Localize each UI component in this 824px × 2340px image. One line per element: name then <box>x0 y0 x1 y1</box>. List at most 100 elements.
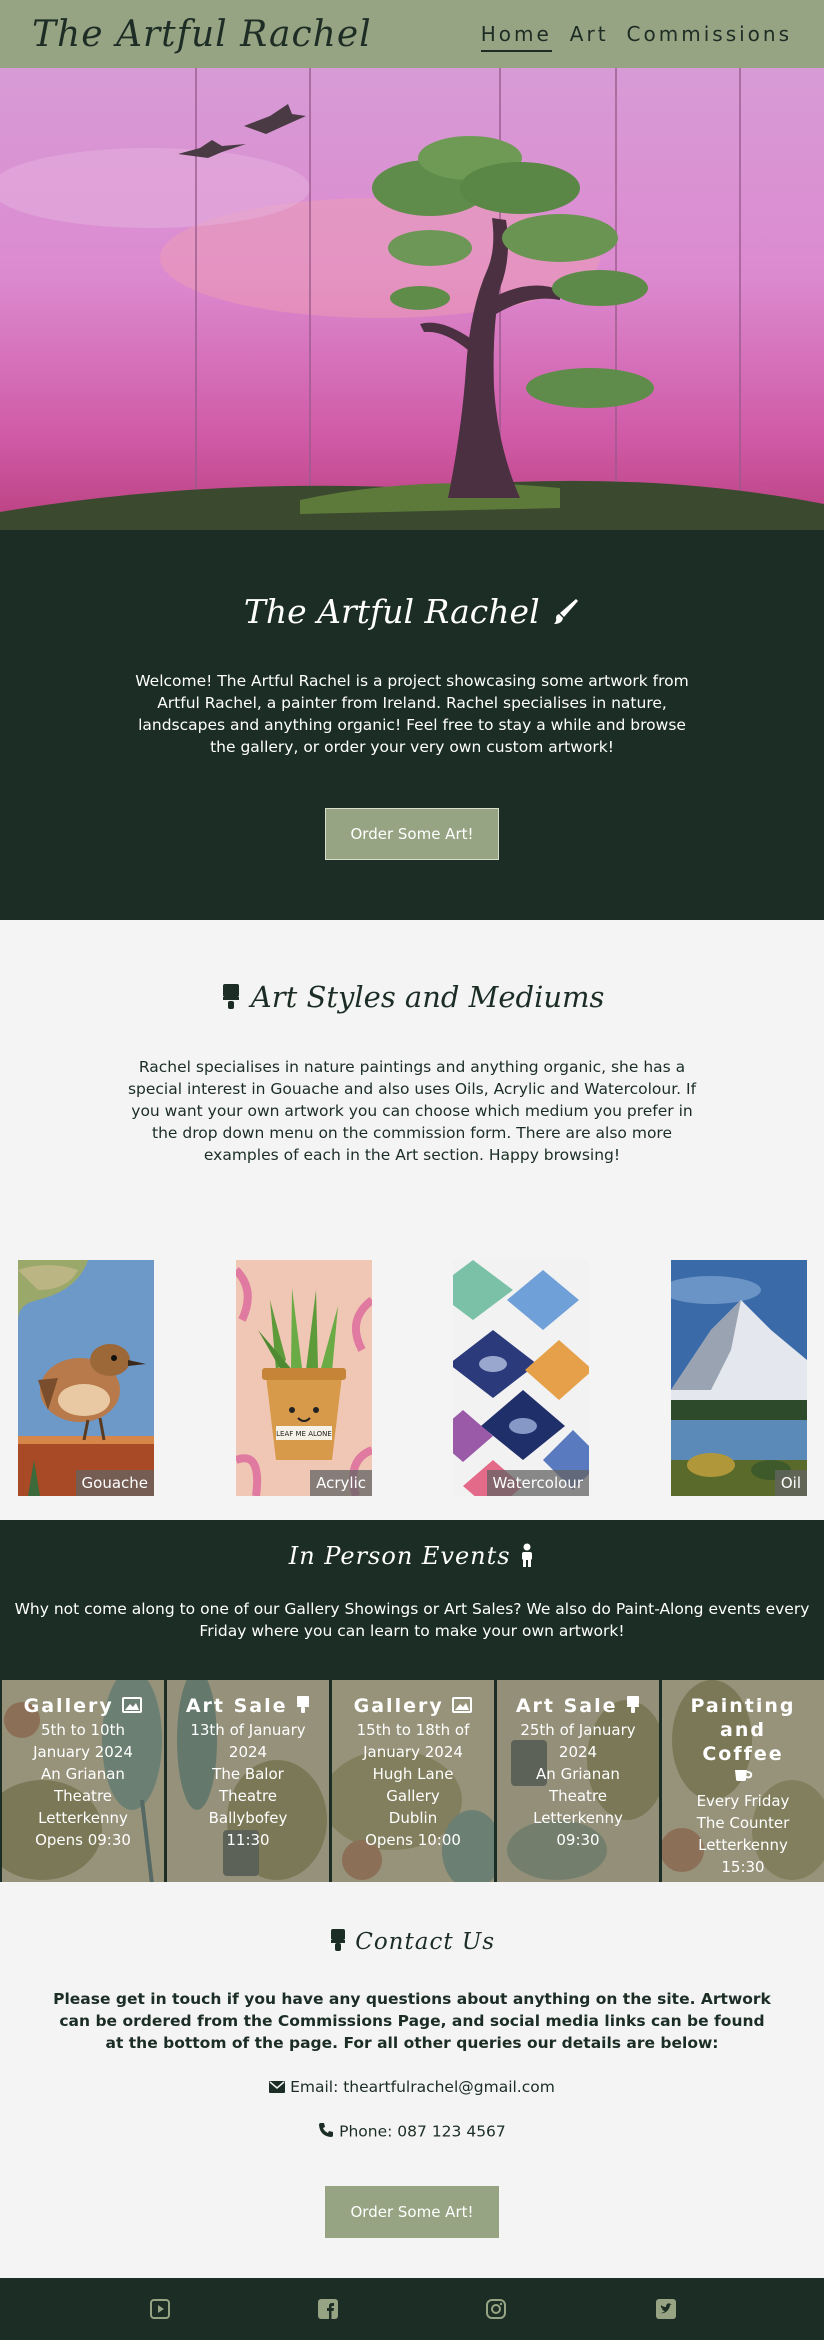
event-card-line: Theatre <box>218 1786 278 1805</box>
nav-link-commissions[interactable]: Commissions <box>627 22 792 52</box>
paint-brush-icon <box>626 1695 640 1719</box>
contact-email[interactable]: Email: theartfulrachel@gmail.com <box>0 2078 824 2097</box>
artwork-oil[interactable]: Oil <box>671 1260 807 1496</box>
intro-section: The Artful Rachel Welcome! The Artful Ra… <box>0 530 824 920</box>
intro-title: The Artful Rachel <box>0 592 824 634</box>
event-card-line: 15:30 <box>721 1858 765 1876</box>
event-card-line: Letterkenny <box>38 1808 128 1827</box>
coffee-icon <box>733 1767 753 1787</box>
artwork-gouache[interactable]: Gouache <box>18 1260 154 1496</box>
event-card-line: Opens 09:30 <box>35 1830 131 1849</box>
event-card-line: January 2024 <box>363 1742 463 1761</box>
contact-phone[interactable]: Phone: 087 123 4567 <box>0 2122 824 2142</box>
contact-lead: Please get in touch if you have any ques… <box>53 1990 771 2052</box>
event-card-line: 2024 <box>558 1742 598 1761</box>
event-card-line: Letterkenny <box>533 1808 623 1827</box>
event-card-content: Art Sale 13th of January 2024 The Balor … <box>167 1694 329 1851</box>
contact-title: Contact Us <box>0 1928 824 1958</box>
event-card-line: 5th to 10th <box>40 1720 125 1739</box>
art-styles-title-text: Art Styles and Mediums <box>250 980 605 1014</box>
event-card-line: 09:30 <box>556 1830 600 1849</box>
event-card-title: Painting and Coffee <box>690 1695 796 1765</box>
art-styles-section: Art Styles and Mediums Rachel specialise… <box>0 920 824 1520</box>
event-card-art-sale-2[interactable]: Art Sale 25th of January 2024 An Grianan… <box>497 1680 659 1884</box>
artwork-watercolour[interactable]: Watercolour <box>453 1260 589 1496</box>
hero-image <box>0 68 824 530</box>
events-text: Why not come along to one of our Gallery… <box>14 1600 810 1640</box>
youtube-icon[interactable] <box>150 2299 170 2319</box>
contact-email-text: Email: theartfulrachel@gmail.com <box>290 2078 555 2096</box>
intro-text: Welcome! The Artful Rachel is a project … <box>135 672 689 756</box>
event-card-painting-coffee[interactable]: Painting and Coffee Every Friday The Cou… <box>662 1680 824 1884</box>
artwork-label: Gouache <box>75 1470 154 1496</box>
event-card-title: Gallery <box>332 1694 494 1719</box>
event-card-line: An Grianan <box>41 1764 125 1783</box>
envelope-icon <box>269 2079 286 2097</box>
event-card-gallery-2[interactable]: Gallery 15th to 18th of January 2024 Hug… <box>332 1680 494 1884</box>
navbar: The Artful Rachel Home Art Commissions <box>0 0 824 68</box>
twitter-icon[interactable] <box>656 2299 676 2319</box>
event-card-line: 13th of January <box>190 1720 306 1739</box>
event-card-title: Art Sale <box>497 1694 659 1719</box>
intro-title-text: The Artful Rachel <box>243 592 540 631</box>
event-card-line: Theatre <box>548 1786 608 1805</box>
event-card-title: Gallery <box>2 1694 164 1719</box>
event-card-line: 15th to 18th of <box>356 1720 470 1739</box>
event-cards: Gallery 5th to 10th January 2024 An Gria… <box>0 1680 824 1884</box>
event-card-title-text: Gallery <box>23 1695 114 1717</box>
art-styles-text: Rachel specialises in nature paintings a… <box>127 1058 697 1164</box>
art-styles-title: Art Styles and Mediums <box>0 980 824 1017</box>
event-card-line: January 2024 <box>33 1742 133 1761</box>
facebook-icon[interactable] <box>318 2299 338 2319</box>
artwork-label: Watercolour <box>486 1470 589 1496</box>
event-card-line: Every Friday <box>696 1792 790 1810</box>
event-card-content: Gallery 5th to 10th January 2024 An Gria… <box>2 1694 164 1851</box>
image-icon <box>452 1695 473 1719</box>
event-card-line: Letterkenny <box>698 1836 788 1854</box>
order-art-button[interactable]: Order Some Art! <box>325 2186 499 2238</box>
events-title-text: In Person Events <box>288 1542 511 1570</box>
event-card-title-text: Gallery <box>353 1695 444 1717</box>
paint-brush-icon <box>220 982 242 1017</box>
person-icon <box>519 1543 535 1573</box>
event-card-art-sale-1[interactable]: Art Sale 13th of January 2024 The Balor … <box>167 1680 329 1884</box>
event-card-line: Opens 10:00 <box>365 1830 461 1849</box>
event-card-gallery-1[interactable]: Gallery 5th to 10th January 2024 An Gria… <box>2 1680 164 1884</box>
event-card-content: Painting and Coffee Every Friday The Cou… <box>662 1694 824 1878</box>
event-card-content: Art Sale 25th of January 2024 An Grianan… <box>497 1694 659 1851</box>
contact-section: Contact Us Please get in touch if you ha… <box>0 1882 824 2278</box>
event-card-title: Art Sale <box>167 1694 329 1719</box>
site-logo[interactable]: The Artful Rachel <box>32 14 372 55</box>
event-card-line: 2024 <box>228 1742 268 1761</box>
event-card-line: 25th of January <box>520 1720 636 1739</box>
nav-link-art[interactable]: Art <box>570 22 609 52</box>
event-card-content: Gallery 15th to 18th of January 2024 Hug… <box>332 1694 494 1851</box>
artwork-label: Acrylic <box>310 1470 372 1496</box>
instagram-icon[interactable] <box>486 2299 506 2319</box>
order-art-button[interactable]: Order Some Art! <box>325 808 499 860</box>
artwork-sign-text: LEAF ME ALONE <box>276 1430 332 1438</box>
event-card-line: Ballybofey <box>208 1808 288 1827</box>
contact-title-text: Contact Us <box>355 1929 496 1955</box>
events-title: In Person Events <box>0 1542 824 1573</box>
event-card-line: Gallery <box>386 1786 440 1805</box>
artwork-acrylic[interactable]: LEAF ME ALONE Acrylic <box>236 1260 372 1496</box>
paint-brush-icon <box>550 595 580 634</box>
phone-icon <box>318 2122 334 2142</box>
artwork-label: Oil <box>774 1470 807 1496</box>
event-card-title-text: Art Sale <box>185 1695 288 1717</box>
contact-phone-text: Phone: 087 123 4567 <box>339 2122 506 2141</box>
event-card-line: The Balor <box>212 1764 284 1783</box>
event-card-line: Hugh Lane <box>372 1764 454 1783</box>
footer <box>0 2278 824 2340</box>
image-icon <box>122 1695 143 1719</box>
paint-brush-icon <box>329 1928 347 1958</box>
event-card-line: An Grianan <box>536 1764 620 1783</box>
nav-links: Home Art Commissions <box>480 22 792 52</box>
nav-link-home[interactable]: Home <box>480 22 552 52</box>
event-card-line: The Counter <box>696 1814 790 1832</box>
event-card-line: Theatre <box>53 1786 113 1805</box>
event-card-title-text: Art Sale <box>515 1695 618 1717</box>
events-section: In Person Events Why not come along to o… <box>0 1520 824 1884</box>
paint-brush-icon <box>296 1695 310 1719</box>
